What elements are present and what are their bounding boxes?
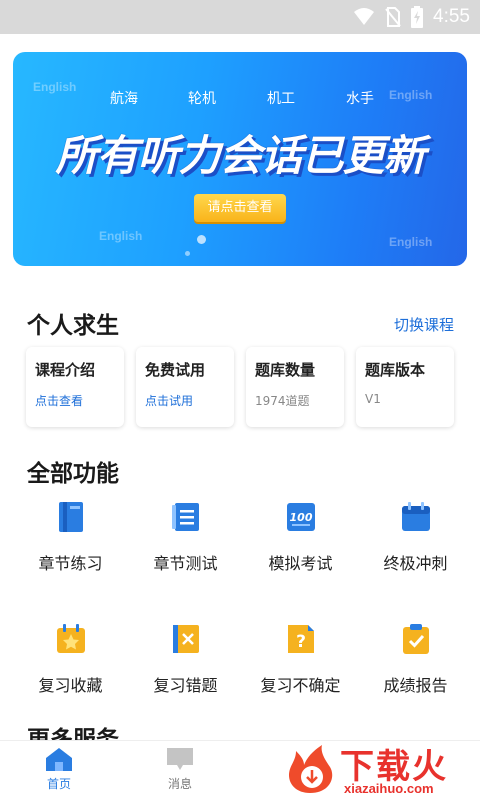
fn-chapter-practice[interactable]: 章节练习 xyxy=(13,500,128,574)
tab-home[interactable]: 首页 xyxy=(29,747,89,792)
fn-review-favorites[interactable]: 复习收藏 xyxy=(13,622,128,696)
status-time: 4:55 xyxy=(433,6,470,27)
functions-grid: 章节练习 章节测试 100 模拟考试 终极冲刺 复习收藏 复习错题 ? 复习不确 xyxy=(13,500,473,696)
message-icon xyxy=(167,748,193,770)
functions-title: 全部功能 xyxy=(27,461,119,487)
promo-banner[interactable]: English English English English 航海 轮机 机工… xyxy=(13,52,467,266)
decor-dot xyxy=(331,150,336,155)
home-icon xyxy=(46,748,72,771)
card-title: 题库数量 xyxy=(255,361,316,379)
tab-label: 首页 xyxy=(46,777,71,791)
banner-category: 轮机 xyxy=(188,91,216,107)
fn-label: 成绩报告 xyxy=(383,676,448,695)
site-watermark-logo: 下载火 xiazaihuo.com xyxy=(282,737,478,800)
fn-label: 章节练习 xyxy=(38,554,103,573)
fn-label: 终极冲刺 xyxy=(383,554,448,573)
no-sim-icon xyxy=(385,7,401,27)
score-100-icon: 100 xyxy=(284,500,318,534)
card-question-count: 题库数量 1974道题 xyxy=(246,347,344,427)
card-title: 题库版本 xyxy=(365,361,426,379)
fn-score-report[interactable]: 成绩报告 xyxy=(358,622,473,696)
fn-label: 复习错题 xyxy=(153,676,218,695)
fn-review-uncertain[interactable]: ? 复习不确定 xyxy=(243,622,358,696)
logo-site-text: xiazaihuo.com xyxy=(344,781,434,796)
status-icons: 4:55 xyxy=(353,6,470,28)
banner-watermark: English xyxy=(389,88,433,102)
status-bar: 4:55 xyxy=(0,0,480,34)
card-sub[interactable]: 点击查看 xyxy=(35,392,124,409)
fn-mock-exam[interactable]: 100 模拟考试 xyxy=(243,500,358,574)
flame-logo-icon xyxy=(288,745,333,793)
fn-label: 复习收藏 xyxy=(38,676,103,695)
card-sub[interactable]: 点击试用 xyxy=(145,392,234,409)
card-sub: V1 xyxy=(365,392,381,406)
decor-dot xyxy=(185,251,190,256)
tab-messages[interactable]: 消息 xyxy=(150,747,210,792)
banner-category: 机工 xyxy=(267,91,295,107)
banner-watermark: English xyxy=(99,229,143,243)
banner-category: 水手 xyxy=(346,91,374,107)
fn-label: 复习不确定 xyxy=(260,676,341,695)
fn-label: 模拟考试 xyxy=(268,554,333,573)
switch-course-link[interactable]: 切换课程 xyxy=(394,314,454,335)
card-title: 课程介绍 xyxy=(35,361,96,379)
calendar-icon xyxy=(399,500,433,534)
card-free-trial[interactable]: 免费试用 点击试用 xyxy=(136,347,234,427)
tab-label: 消息 xyxy=(167,777,192,791)
clipboard-check-icon xyxy=(399,622,433,656)
battery-charging-icon xyxy=(411,6,424,28)
book-icon xyxy=(54,500,88,534)
banner-headline: 所有听力会话已更新 xyxy=(55,131,425,180)
banner-watermark: English xyxy=(33,80,77,94)
fn-label: 章节测试 xyxy=(153,554,218,573)
banner-view-button[interactable]: 请点击查看 xyxy=(194,194,286,222)
wrong-book-icon xyxy=(169,622,203,656)
fn-review-mistakes[interactable]: 复习错题 xyxy=(128,622,243,696)
fn-final-sprint[interactable]: 终极冲刺 xyxy=(358,500,473,574)
card-sub: 1974道题 xyxy=(255,394,310,408)
fn-chapter-test[interactable]: 章节测试 xyxy=(128,500,243,574)
banner-watermark: English xyxy=(389,235,433,249)
wifi-icon xyxy=(354,8,375,25)
svg-text:100: 100 xyxy=(289,511,312,524)
list-doc-icon xyxy=(169,500,203,534)
course-title: 个人求生 xyxy=(27,313,119,339)
question-doc-icon: ? xyxy=(284,622,318,656)
card-course-intro[interactable]: 课程介绍 点击查看 xyxy=(26,347,124,427)
star-calendar-icon xyxy=(54,622,88,656)
svg-text:?: ? xyxy=(296,632,306,652)
card-bank-version: 题库版本 V1 xyxy=(356,347,454,427)
card-title: 免费试用 xyxy=(145,361,206,379)
banner-category: 航海 xyxy=(110,91,138,107)
course-info-cards: 课程介绍 点击查看 免费试用 点击试用 题库数量 1974道题 题库版本 V1 xyxy=(26,347,454,427)
decor-dot xyxy=(197,235,206,244)
